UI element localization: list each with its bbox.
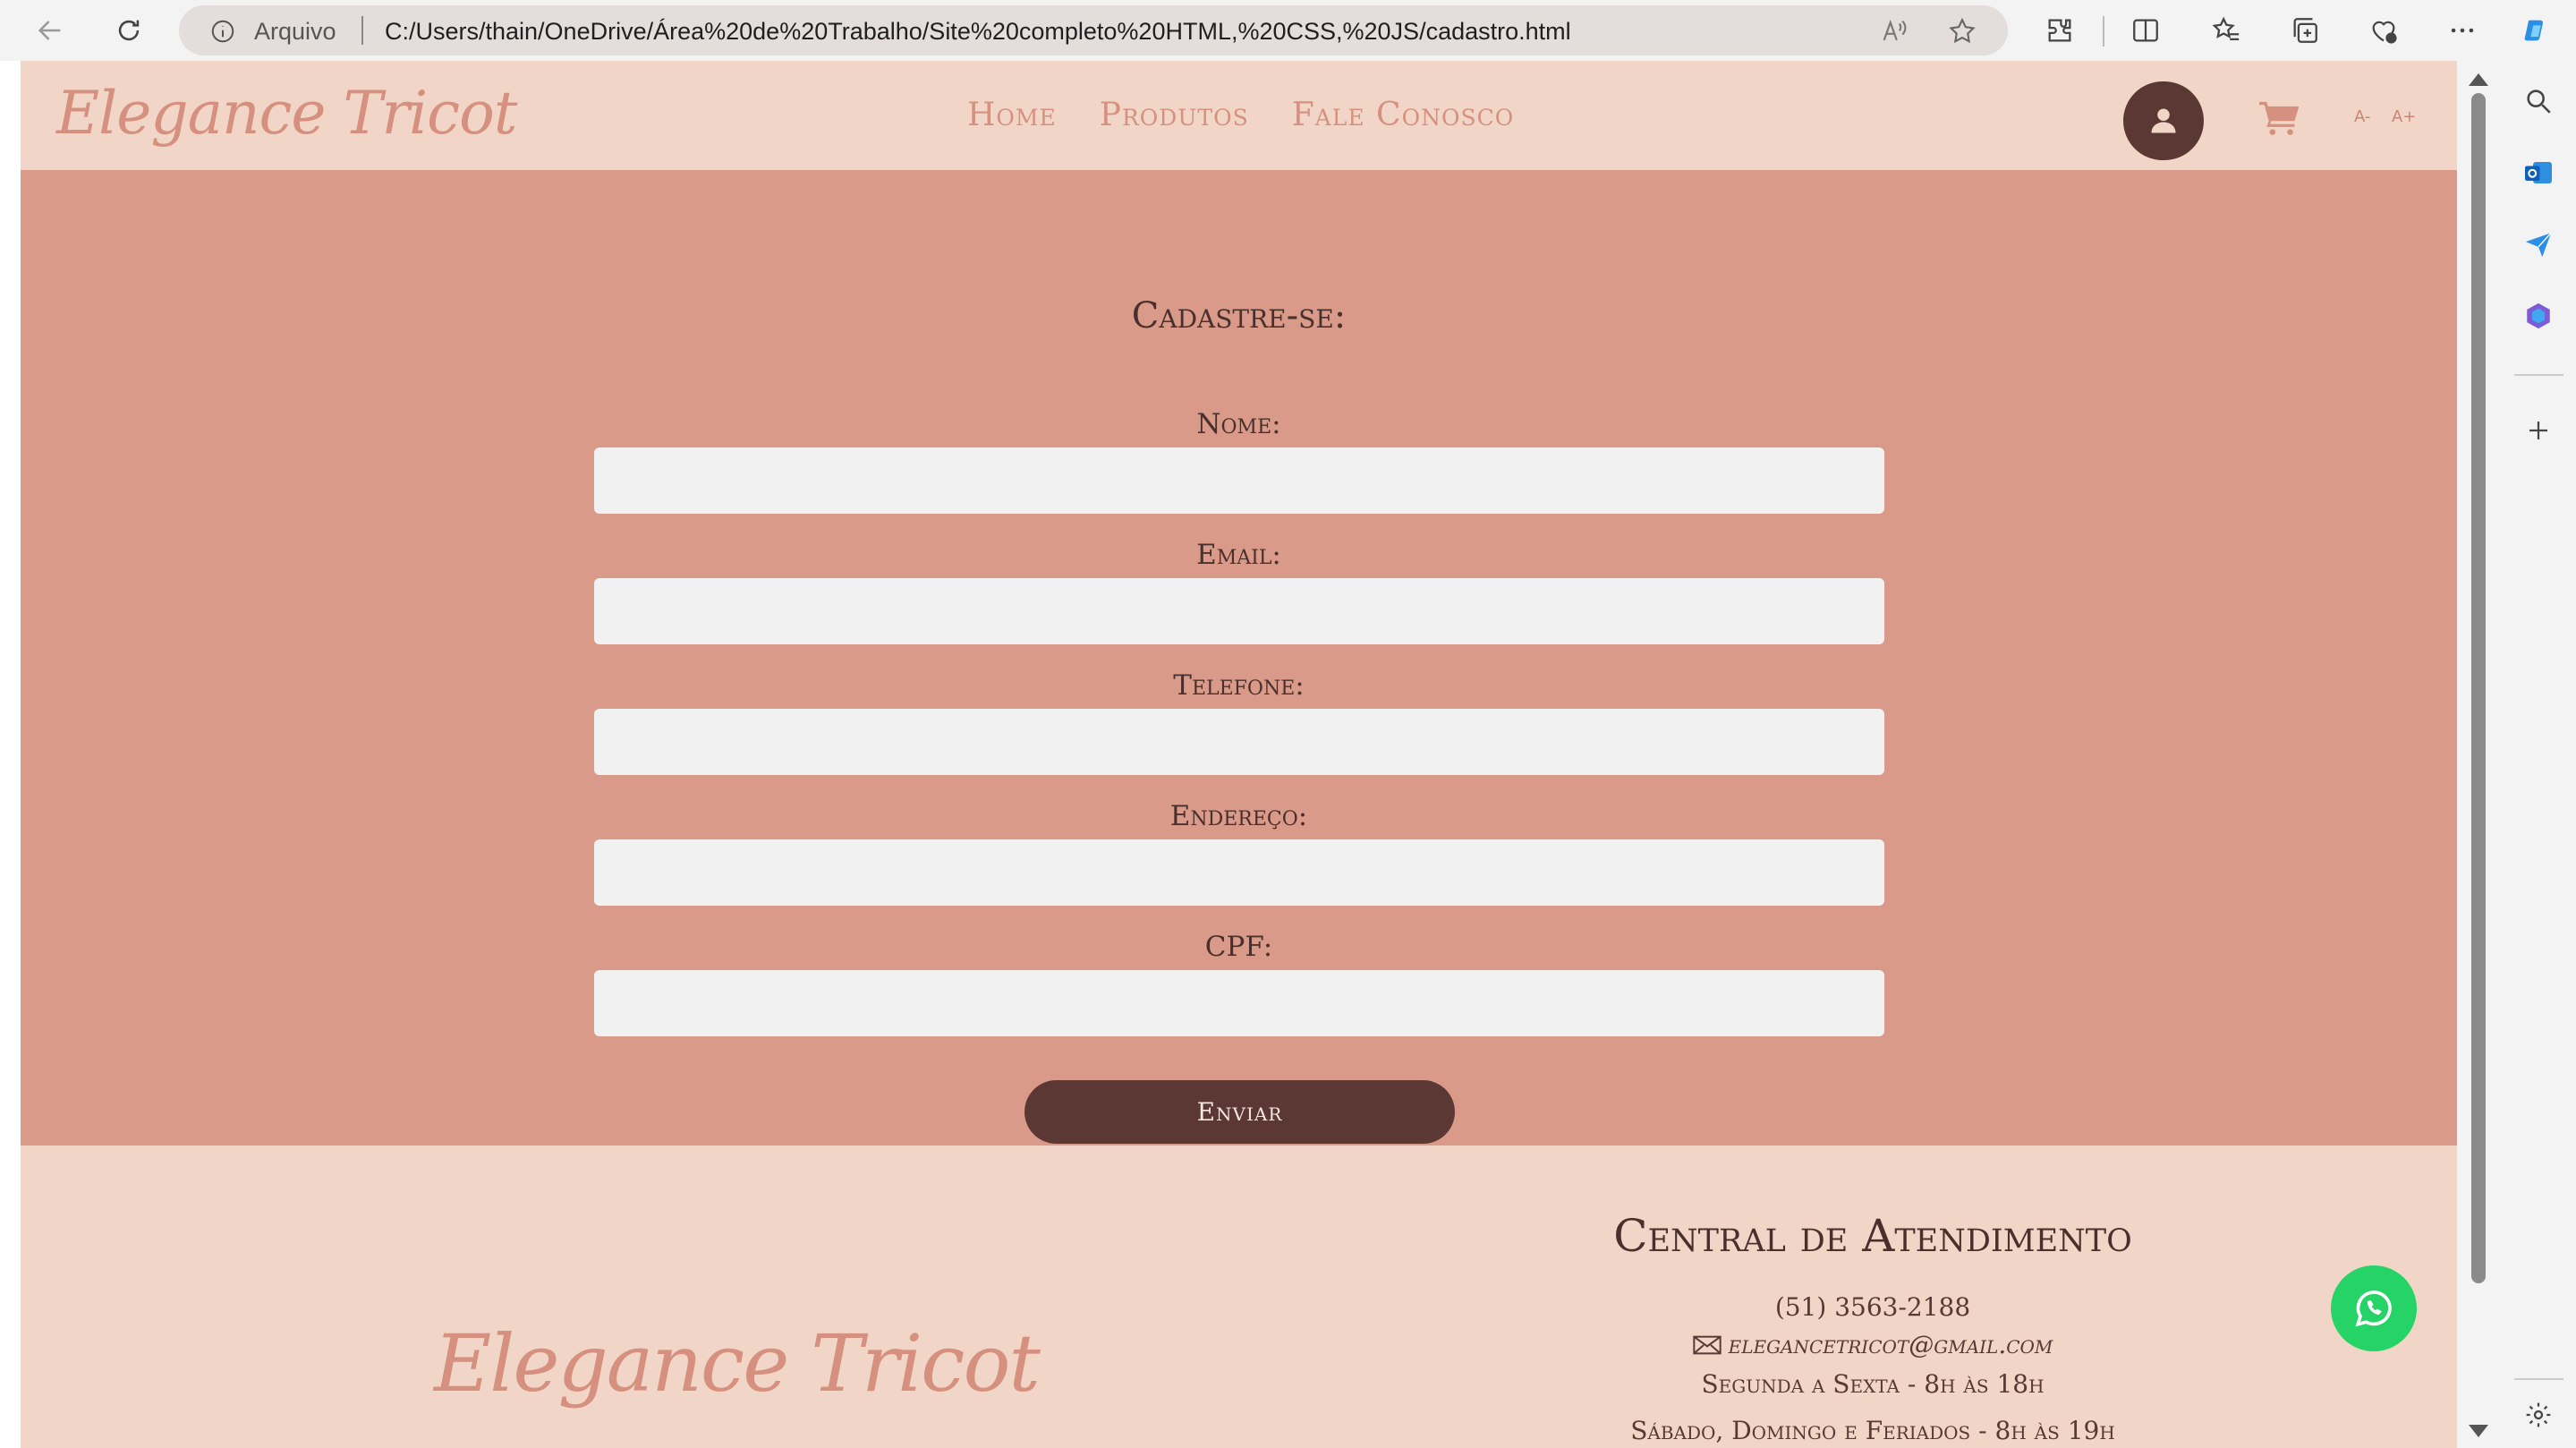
footer-hours-weekdays: Segunda a Sexta - 8h às 18h (1701, 1369, 2045, 1399)
whatsapp-button[interactable] (2331, 1265, 2417, 1351)
footer-email[interactable]: elegancetricot@gmail.com (1729, 1330, 2053, 1359)
favorites-icon[interactable] (2205, 9, 2248, 52)
edge-sidebar (2502, 61, 2576, 1448)
cpf-input[interactable] (594, 970, 1884, 1036)
outlook-icon[interactable] (2520, 154, 2557, 192)
nome-label: Nome: (1196, 408, 1281, 440)
telefone-input[interactable] (594, 709, 1884, 775)
email-input[interactable] (594, 578, 1884, 644)
nav-home[interactable]: Home (967, 97, 1057, 133)
scroll-thumb[interactable] (2471, 93, 2486, 1283)
nav-fale-conosco[interactable]: Fale Conosco (1292, 97, 1515, 133)
cart-icon[interactable] (2259, 100, 2300, 136)
sidebar-divider (2514, 374, 2563, 376)
signup-form: Cadastre-se: Nome: Email: Telefone: Ende… (21, 170, 2457, 1146)
favorite-star-icon[interactable] (1947, 16, 1977, 47)
more-menu-icon[interactable] (2441, 9, 2484, 52)
footer-logo: Elegance Tricot (434, 1317, 1041, 1410)
reload-icon[interactable] (107, 9, 150, 52)
copilot-icon[interactable] (2514, 9, 2557, 52)
address-scheme: Arquivo (254, 18, 336, 45)
nome-input[interactable] (594, 447, 1884, 514)
scroll-down-arrow[interactable] (2469, 1425, 2488, 1437)
add-icon[interactable] (2520, 412, 2557, 449)
sidebar-divider-bottom (2514, 1378, 2563, 1380)
footer-email-row: elegancetricot@gmail.com (1551, 1330, 2195, 1359)
footer-title: Central de Atendimento (1613, 1210, 2132, 1262)
user-icon (2151, 108, 2176, 133)
search-icon[interactable] (2520, 82, 2557, 120)
site-footer: Elegance Tricot Central de Atendimento (… (21, 1146, 2457, 1448)
endereco-input[interactable] (594, 839, 1884, 906)
scroll-up-arrow[interactable] (2469, 73, 2488, 86)
footer-hours-weekend: Sábado, Domingo e Feriados - 8h às 19h (1630, 1416, 2115, 1445)
page-viewport: Elegance Tricot Home Produtos Fale Conos… (21, 61, 2457, 1448)
form-title: Cadastre-se: (1131, 295, 1347, 336)
nav-produtos[interactable]: Produtos (1100, 97, 1249, 133)
site-header: Elegance Tricot Home Produtos Fale Conos… (21, 61, 2457, 170)
collections-icon[interactable] (2283, 9, 2326, 52)
info-icon[interactable] (209, 18, 236, 45)
email-label: Email: (1196, 539, 1281, 571)
footer-phone: (51) 3563-2188 (1774, 1292, 1971, 1322)
read-aloud-icon[interactable] (1879, 16, 1909, 47)
page-scrollbar[interactable] (2457, 61, 2502, 1448)
font-increase-button[interactable]: A+ (2392, 107, 2416, 126)
address-separator (361, 16, 363, 45)
telefone-label: Telefone: (1173, 669, 1305, 702)
cpf-label: CPF: (1204, 931, 1273, 963)
browser-essentials-icon[interactable] (2362, 9, 2405, 52)
back-icon[interactable] (29, 9, 72, 52)
settings-gear-icon[interactable] (2520, 1396, 2557, 1434)
address-bar[interactable]: Arquivo C:/Users/thain/OneDrive/Área%20d… (179, 5, 2008, 55)
submit-button[interactable]: Enviar (1024, 1080, 1455, 1144)
send-icon[interactable] (2520, 226, 2557, 263)
main-nav: Home Produtos Fale Conosco (967, 97, 1514, 133)
extensions-icon[interactable] (2038, 9, 2081, 52)
microsoft365-icon[interactable] (2520, 297, 2557, 335)
split-screen-icon[interactable] (2124, 9, 2167, 52)
envelope-icon (1692, 1335, 1722, 1355)
browser-toolbar: Arquivo C:/Users/thain/OneDrive/Área%20d… (0, 0, 2576, 61)
user-account-button[interactable] (2123, 81, 2204, 160)
endereco-label: Endereço: (1169, 800, 1308, 832)
address-url[interactable]: C:/Users/thain/OneDrive/Área%20de%20Trab… (385, 18, 1571, 46)
font-decrease-button[interactable]: A- (2354, 107, 2370, 126)
whatsapp-icon (2355, 1290, 2392, 1327)
site-logo[interactable]: Elegance Tricot (56, 79, 517, 148)
toolbar-divider (2103, 16, 2104, 47)
